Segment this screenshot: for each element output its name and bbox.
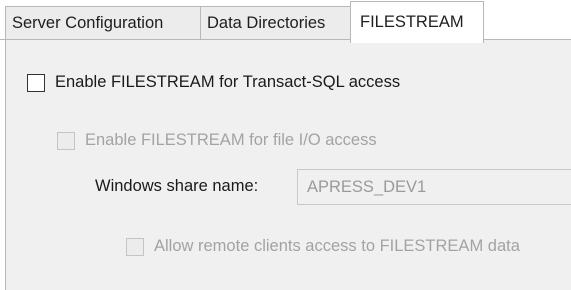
enable-fileio-checkbox [57, 131, 75, 150]
enable-tsql-checkbox[interactable] [27, 73, 45, 92]
filestream-panel: Enable FILESTREAM for Transact-SQL acces… [5, 40, 571, 290]
tab-strip: Server Configuration Data Directories FI… [0, 0, 571, 43]
share-name-label: Windows share name: [95, 177, 259, 195]
enable-tsql-label: Enable FILESTREAM for Transact-SQL acces… [55, 73, 401, 91]
remote-access-checkbox [126, 237, 144, 256]
tab-server-configuration[interactable]: Server Configuration [5, 6, 201, 40]
tab-filestream[interactable]: FILESTREAM [350, 1, 484, 43]
share-name-input [297, 169, 571, 205]
tab-data-directories[interactable]: Data Directories [200, 6, 351, 40]
remote-access-option: Allow remote clients access to FILESTREA… [126, 237, 520, 256]
enable-tsql-option[interactable]: Enable FILESTREAM for Transact-SQL acces… [27, 73, 400, 92]
remote-access-label: Allow remote clients access to FILESTREA… [154, 237, 520, 255]
enable-fileio-label: Enable FILESTREAM for file I/O access [85, 131, 377, 149]
enable-fileio-option: Enable FILESTREAM for file I/O access [57, 131, 377, 150]
